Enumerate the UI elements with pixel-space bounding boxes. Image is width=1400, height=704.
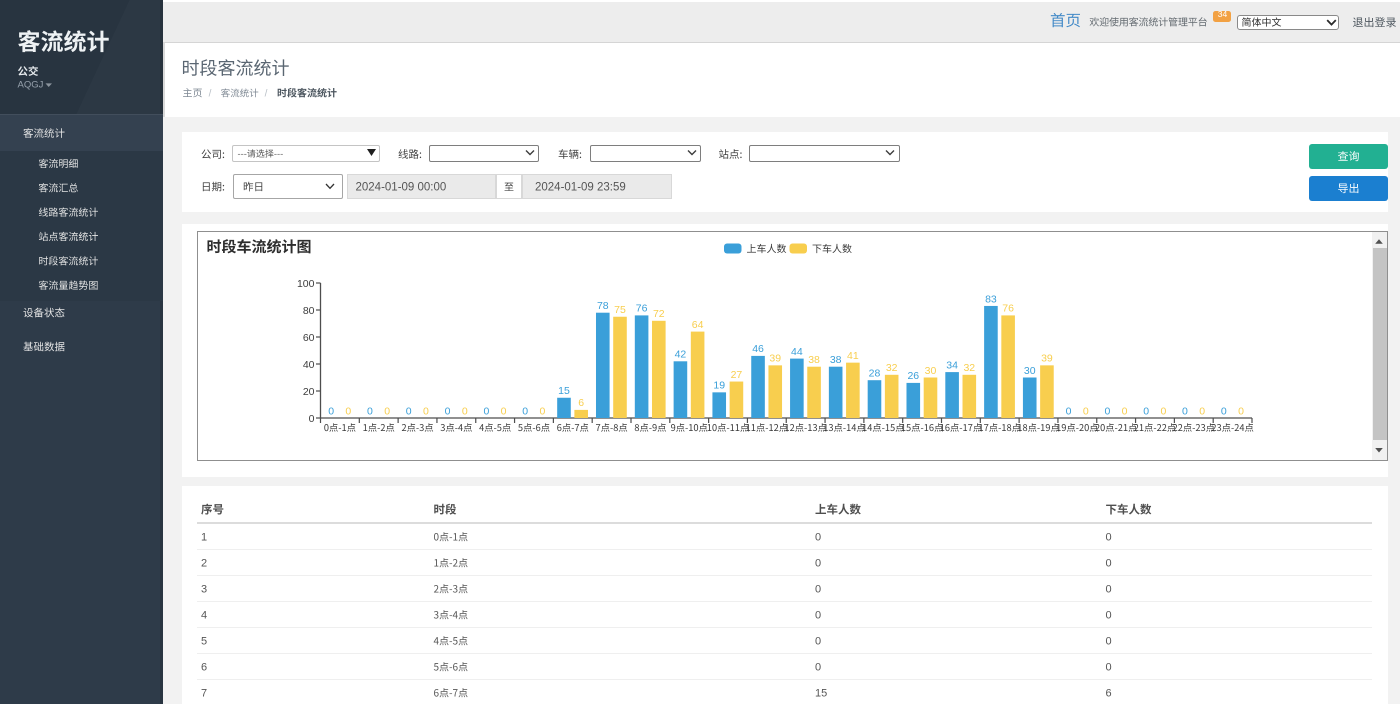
svg-text:80: 80 — [303, 305, 315, 317]
svg-text:3: 3 — [201, 584, 207, 596]
svg-text:39: 39 — [1041, 353, 1053, 365]
svg-text:76: 76 — [1002, 303, 1014, 315]
svg-text:AQGJ: AQGJ — [18, 80, 44, 91]
svg-text:0: 0 — [406, 405, 412, 417]
svg-text:/: / — [209, 89, 212, 100]
svg-text:0: 0 — [815, 610, 821, 622]
svg-text:100: 100 — [297, 278, 315, 290]
svg-text:39: 39 — [769, 353, 781, 365]
svg-text:5: 5 — [201, 636, 207, 648]
svg-text:6: 6 — [578, 397, 584, 409]
svg-text:78: 78 — [597, 300, 609, 312]
svg-text:0: 0 — [522, 405, 528, 417]
svg-text:6: 6 — [201, 662, 207, 674]
svg-text:0: 0 — [1106, 532, 1112, 544]
svg-text:0: 0 — [1143, 405, 1149, 417]
svg-text:0: 0 — [815, 662, 821, 674]
svg-text:0: 0 — [815, 584, 821, 596]
svg-text:75: 75 — [614, 304, 626, 316]
svg-text:6: 6 — [1106, 688, 1112, 700]
svg-text:0: 0 — [815, 558, 821, 570]
svg-text:30: 30 — [925, 365, 937, 377]
svg-text:0: 0 — [1106, 584, 1112, 596]
svg-text:0: 0 — [483, 405, 489, 417]
svg-text:4: 4 — [201, 610, 207, 622]
svg-text:40: 40 — [303, 359, 315, 371]
svg-text:34: 34 — [946, 359, 958, 371]
svg-text:19: 19 — [713, 380, 725, 392]
svg-text:32: 32 — [963, 362, 975, 374]
svg-text:0: 0 — [1182, 405, 1188, 417]
svg-text:0: 0 — [445, 405, 451, 417]
svg-text:0: 0 — [423, 405, 429, 417]
svg-text:0: 0 — [1221, 405, 1227, 417]
svg-text:0: 0 — [328, 405, 334, 417]
svg-text:0: 0 — [345, 405, 351, 417]
svg-text:0: 0 — [309, 413, 315, 425]
svg-text:7: 7 — [201, 688, 207, 700]
svg-text:0: 0 — [1160, 405, 1166, 417]
svg-text:1: 1 — [201, 532, 207, 544]
svg-text:0: 0 — [1066, 405, 1072, 417]
svg-text:46: 46 — [752, 343, 764, 355]
svg-text:0: 0 — [1106, 636, 1112, 648]
svg-text:28: 28 — [869, 368, 881, 380]
svg-text:2024-01-09 23:59: 2024-01-09 23:59 — [535, 182, 626, 194]
svg-text:0: 0 — [384, 405, 390, 417]
svg-text:32: 32 — [886, 362, 898, 374]
svg-text:0: 0 — [1106, 558, 1112, 570]
svg-text:0: 0 — [1083, 405, 1089, 417]
svg-text:0: 0 — [367, 405, 373, 417]
svg-text:2024-01-09 00:00: 2024-01-09 00:00 — [356, 182, 447, 194]
svg-text:0: 0 — [1122, 405, 1128, 417]
svg-text:76: 76 — [636, 303, 648, 315]
svg-text:26: 26 — [907, 370, 919, 382]
svg-text:64: 64 — [692, 319, 704, 331]
svg-text:15: 15 — [815, 688, 827, 700]
svg-text:41: 41 — [847, 350, 859, 362]
svg-text:0: 0 — [1106, 662, 1112, 674]
svg-text:27: 27 — [731, 369, 743, 381]
svg-text:0: 0 — [1199, 405, 1205, 417]
svg-text:/: / — [265, 89, 268, 100]
svg-text:34: 34 — [1218, 9, 1228, 19]
svg-text:44: 44 — [791, 346, 803, 358]
svg-text:60: 60 — [303, 332, 315, 344]
svg-text:0: 0 — [539, 405, 545, 417]
svg-text:0: 0 — [815, 636, 821, 648]
svg-text:30: 30 — [1024, 365, 1036, 377]
svg-text:0: 0 — [1106, 610, 1112, 622]
svg-text:42: 42 — [675, 349, 687, 361]
svg-text:83: 83 — [985, 293, 997, 305]
svg-text:0: 0 — [501, 405, 507, 417]
svg-text:0: 0 — [1104, 405, 1110, 417]
svg-text:2: 2 — [201, 558, 207, 570]
svg-text:20: 20 — [303, 386, 315, 398]
svg-text:15: 15 — [558, 385, 570, 397]
svg-text:0: 0 — [1238, 405, 1244, 417]
svg-text:72: 72 — [653, 308, 665, 320]
svg-text:38: 38 — [830, 354, 842, 366]
svg-text:38: 38 — [808, 354, 820, 366]
svg-text:0: 0 — [815, 532, 821, 544]
svg-text:0: 0 — [462, 405, 468, 417]
